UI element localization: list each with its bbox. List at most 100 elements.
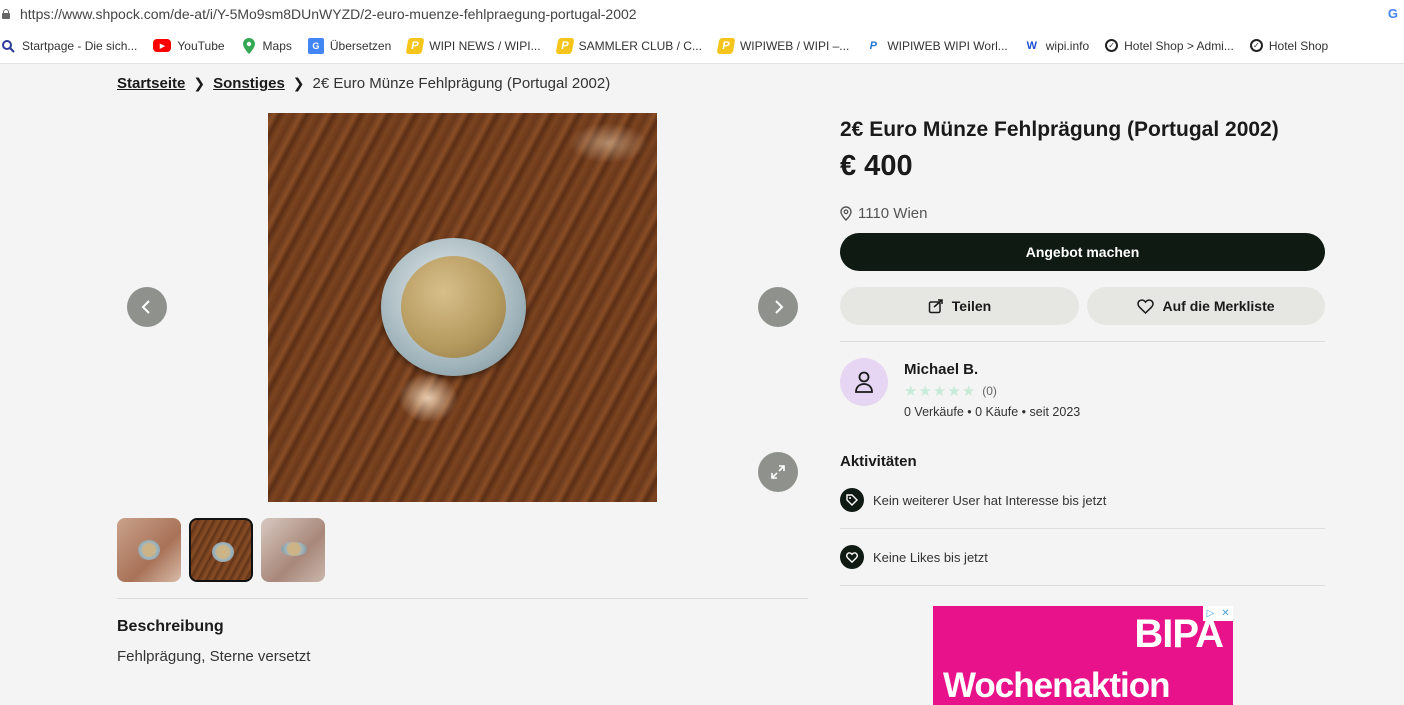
star-icon: ★ <box>904 383 918 400</box>
coin-thumb <box>281 542 307 556</box>
heart-icon <box>840 545 864 569</box>
wipi-icon: P <box>716 37 736 54</box>
bookmark-maps[interactable]: Maps <box>241 37 292 54</box>
breadcrumb-category-link[interactable]: Sonstiges <box>213 75 285 92</box>
seller-stats: 0 Verkäufe • 0 Käufe • seit 2023 <box>904 405 1081 419</box>
star-icon: ★ <box>947 383 961 400</box>
coin-center <box>401 256 506 358</box>
activity-text: Keine Likes bis jetzt <box>873 549 988 565</box>
bookmark-label: Übersetzen <box>329 38 392 53</box>
browser-url-bar[interactable]: https://www.shpock.com/de-at/i/Y-5Mo9sm8… <box>0 0 1404 28</box>
bookmark-wipi-news[interactable]: P WIPI NEWS / WIPI... <box>405 37 541 54</box>
bookmark-label: Hotel Shop <box>1268 38 1329 53</box>
heart-outline-icon <box>1137 298 1155 314</box>
previous-image-button[interactable] <box>127 287 167 327</box>
bookmark-label: SAMMLER CLUB / C... <box>578 38 702 53</box>
thumbnail-1[interactable] <box>117 518 181 582</box>
activity-likes: Keine Likes bis jetzt <box>840 545 988 569</box>
location-text: 1110 Wien <box>858 205 928 222</box>
google-icon[interactable]: G <box>1388 6 1398 21</box>
bookmarks-bar: Startpage - Die sich... ▶ YouTube Maps G… <box>0 28 1404 64</box>
bookmark-sammler-club[interactable]: P SAMMLER CLUB / C... <box>555 37 702 54</box>
location-pin-icon <box>840 206 852 221</box>
bookmark-label: WIPIWEB / WIPI –... <box>739 38 850 53</box>
wipi-icon: P <box>555 37 575 54</box>
share-icon <box>928 299 943 314</box>
divider <box>840 585 1325 586</box>
chevron-right-icon <box>775 300 784 314</box>
ad-brand-logo: BIPA <box>1134 612 1224 656</box>
thumbnail-2-selected[interactable] <box>189 518 253 582</box>
expand-icon <box>771 465 785 479</box>
chevron-left-icon <box>141 300 150 314</box>
bookmark-label: WIPIWEB WIPI Worl... <box>887 38 1008 53</box>
listing-main-image[interactable] <box>268 113 657 502</box>
wipi-icon: P <box>405 37 425 54</box>
url-text[interactable]: https://www.shpock.com/de-at/i/Y-5Mo9sm8… <box>20 6 637 22</box>
youtube-icon: ▶ <box>153 39 172 52</box>
breadcrumb: Startseite ❯ Sonstiges ❯ 2€ Euro Münze F… <box>117 75 610 92</box>
tag-icon <box>840 488 864 512</box>
bookmark-hotel-shop[interactable]: ✓ Hotel Shop <box>1249 38 1329 53</box>
maps-pin-icon <box>241 37 257 54</box>
bookmark-hotel-shop-admin[interactable]: ✓ Hotel Shop > Admi... <box>1105 39 1234 53</box>
fullscreen-button[interactable] <box>758 452 798 492</box>
activity-text: Kein weiterer User hat Interesse bis jet… <box>873 492 1107 508</box>
watchlist-label: Auf die Merkliste <box>1162 298 1275 314</box>
chevron-right-icon: ❯ <box>193 75 206 91</box>
activity-interest: Kein weiterer User hat Interesse bis jet… <box>840 488 1106 512</box>
bookmark-label: Startpage - Die sich... <box>22 38 138 53</box>
bookmark-wipi-info[interactable]: W wipi.info <box>1024 38 1090 54</box>
bookmark-label: wipi.info <box>1045 38 1090 53</box>
breadcrumb-current: 2€ Euro Münze Fehlprägung (Portugal 2002… <box>312 75 611 92</box>
share-button[interactable]: Teilen <box>840 287 1079 325</box>
bookmark-translate[interactable]: G Übersetzen <box>307 37 392 54</box>
bookmark-label: WIPI NEWS / WIPI... <box>429 38 541 53</box>
bookmark-label: Hotel Shop > Admi... <box>1124 38 1234 53</box>
bookmark-startpage[interactable]: Startpage - Die sich... <box>0 38 137 54</box>
bookmark-wipiweb[interactable]: P WIPIWEB / WIPI –... <box>716 37 850 54</box>
coin-photo <box>381 238 526 376</box>
divider <box>840 528 1325 529</box>
rating-count: (0) <box>982 384 997 398</box>
divider <box>840 341 1325 342</box>
add-to-watchlist-button[interactable]: Auf die Merkliste <box>1087 287 1325 325</box>
star-icon: ★ <box>932 383 947 400</box>
bookmark-youtube[interactable]: ▶ YouTube <box>153 38 225 53</box>
wipiweb-icon: P <box>869 39 877 52</box>
description-title: Beschreibung <box>117 618 224 635</box>
hotel-check-icon: ✓ <box>1105 39 1119 52</box>
bookmark-label: YouTube <box>177 38 225 53</box>
wipi-info-icon: W <box>1026 39 1037 52</box>
translate-icon: G <box>307 37 324 54</box>
next-image-button[interactable] <box>758 287 798 327</box>
lock-icon <box>2 9 10 19</box>
thumbnail-3[interactable] <box>261 518 325 582</box>
listing-title: 2€ Euro Münze Fehlprägung (Portugal 2002… <box>840 118 1279 141</box>
listing-price: € 400 <box>840 150 913 182</box>
coin-thumb <box>212 542 234 562</box>
seller-name[interactable]: Michael B. <box>904 361 978 378</box>
seller-rating: ★ ★ ★ ★ ★ (0) <box>904 382 997 400</box>
hotel-check-icon: ✓ <box>1249 39 1263 52</box>
wood-glare <box>398 373 458 423</box>
bookmark-wipiweb-world[interactable]: P WIPIWEB WIPI Worl... <box>865 38 1008 54</box>
seller-avatar[interactable] <box>840 358 888 406</box>
coin-thumb <box>138 540 160 560</box>
description-text: Fehlprägung, Sterne versetzt <box>117 648 311 665</box>
bookmark-label: Maps <box>262 38 292 53</box>
breadcrumb-home-link[interactable]: Startseite <box>117 75 185 92</box>
star-icon: ★ <box>961 383 976 400</box>
user-icon <box>855 371 873 393</box>
divider <box>117 598 808 599</box>
star-icon: ★ <box>918 383 932 400</box>
wood-glare <box>568 123 648 163</box>
ad-headline: Wochenaktion <box>943 666 1171 705</box>
startpage-search-icon <box>0 38 16 54</box>
advertisement-banner[interactable]: ▷ ✕ BIPA Wochenaktion <box>933 606 1233 705</box>
listing-location: 1110 Wien <box>840 205 928 222</box>
chevron-right-icon: ❯ <box>292 75 305 91</box>
activities-title: Aktivitäten <box>840 453 917 470</box>
thumbnail-strip <box>117 518 325 582</box>
make-offer-button[interactable]: Angebot machen <box>840 233 1325 271</box>
